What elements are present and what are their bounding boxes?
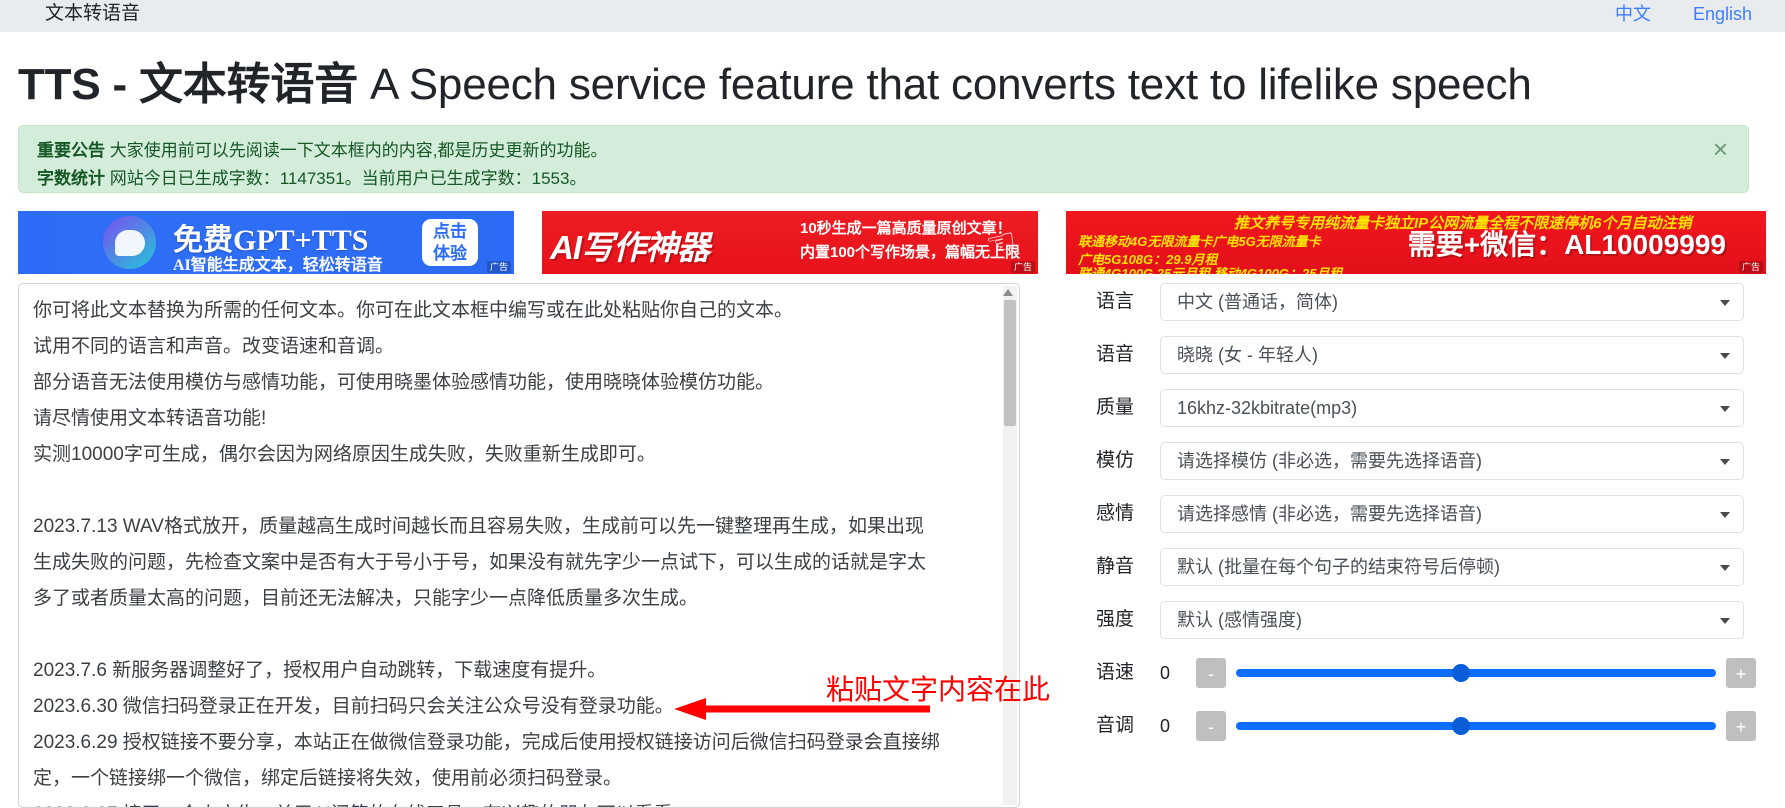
select-emotion-value: 请选择感情 (非必选，需要先选择语音) — [1177, 504, 1482, 524]
scrollbar-thumb[interactable] — [1004, 300, 1016, 426]
ad1-cta-line2: 体验 — [433, 243, 467, 263]
ad1-badge: 广告 — [486, 261, 511, 273]
form-row-intensity: 强度 默认 (感情强度) — [1050, 601, 1770, 639]
word-count-text: 网站今日已生成字数：1147351。当前用户已生成字数：1553。 — [105, 169, 587, 188]
tts-page: 文本转语音 中文 English TTS - 文本转语音 A Speech se… — [0, 0, 1785, 808]
navbar-links: 中文 English — [1615, 0, 1752, 30]
label-pitch: 音调 — [1095, 715, 1134, 736]
chevron-down-icon — [1720, 406, 1730, 412]
pitch-decrease-button[interactable]: - — [1196, 711, 1226, 741]
select-silence-value: 默认 (批量在每个句子的结束符号后停顿) — [1177, 557, 1500, 577]
ad1-cta-button[interactable]: 点击 体验 — [422, 219, 478, 266]
select-silence[interactable]: 默认 (批量在每个句子的结束符号后停顿) — [1160, 548, 1744, 586]
chevron-down-icon — [1720, 459, 1730, 465]
ad3-line3: 联通4G100G 25元月租 移动4G100G：25月租 — [1078, 266, 1343, 274]
navbar-brand[interactable]: 文本转语音 — [45, 0, 140, 30]
word-count-label: 字数统计 — [37, 169, 105, 188]
announcement-label: 重要公告 — [37, 141, 105, 160]
annotation-arrow-icon — [674, 698, 930, 720]
form-row-speed: 语速 0 - + — [1050, 654, 1770, 692]
text-input-panel[interactable]: 你可将此文本替换为所需的任何文本。你可在此文本框中编写或在此处粘贴你自己的文本。… — [18, 283, 1020, 808]
label-speed: 语速 — [1095, 662, 1134, 683]
chevron-down-icon — [1720, 512, 1730, 518]
label-emotion: 感情 — [1095, 503, 1134, 524]
speed-decrease-button[interactable]: - — [1196, 658, 1226, 688]
speed-increase-button[interactable]: + — [1726, 658, 1756, 688]
chevron-down-icon — [1720, 353, 1730, 359]
select-imitate[interactable]: 请选择模仿 (非必选，需要先选择语音) — [1160, 442, 1744, 480]
form-row-quality: 质量 16khz-32kbitrate(mp3) — [1050, 389, 1770, 427]
speed-value: 0 — [1160, 663, 1171, 683]
label-language: 语言 — [1095, 291, 1134, 312]
form-row-silence: 静音 默认 (批量在每个句子的结束符号后停顿) — [1050, 548, 1770, 586]
chevron-down-icon — [1720, 300, 1730, 306]
close-icon[interactable]: × — [1707, 135, 1734, 163]
page-title-sub: A Speech service feature that converts t… — [358, 60, 1532, 109]
form-row-imitate: 模仿 请选择模仿 (非必选，需要先选择语音) — [1050, 442, 1770, 480]
select-voice-value: 晓晓 (女 - 年轻人) — [1177, 345, 1318, 365]
label-voice: 语音 — [1095, 344, 1134, 365]
nav-link-chinese[interactable]: 中文 — [1615, 0, 1651, 30]
ad2-title: AI写作神器 — [550, 229, 710, 266]
text-input-content[interactable]: 你可将此文本替换为所需的任何文本。你可在此文本框中编写或在此处粘贴你自己的文本。… — [33, 293, 988, 807]
select-quality[interactable]: 16khz-32kbitrate(mp3) — [1160, 389, 1744, 427]
form-row-voice: 语音 晓晓 (女 - 年轻人) — [1050, 336, 1770, 374]
select-intensity-value: 默认 (感情强度) — [1177, 610, 1302, 630]
label-silence: 静音 — [1095, 556, 1134, 577]
form-row-emotion: 感情 请选择感情 (非必选，需要先选择语音) — [1050, 495, 1770, 533]
announcement-line-2: 字数统计 网站今日已生成字数：1147351。当前用户已生成字数：1553。 — [37, 165, 1730, 193]
label-imitate: 模仿 — [1095, 450, 1134, 471]
pitch-slider-track[interactable] — [1236, 722, 1716, 730]
announcement-line-1: 重要公告 大家使用前可以先阅读一下文本框内的内容,都是历史更新的功能。 — [37, 137, 1730, 165]
form-row-pitch: 音调 0 - + — [1050, 707, 1770, 745]
select-intensity[interactable]: 默认 (感情强度) — [1160, 601, 1744, 639]
select-voice[interactable]: 晓晓 (女 - 年轻人) — [1160, 336, 1744, 374]
page-title-main: TTS - 文本转语音 — [18, 60, 359, 109]
ad-logo-icon — [103, 216, 156, 269]
select-language-value: 中文 (普通话，简体) — [1177, 292, 1338, 312]
select-imitate-value: 请选择模仿 (非必选，需要先选择语音) — [1177, 451, 1482, 471]
ad2-line1: 10秒生成一篇高质量原创文章！ — [800, 220, 1012, 237]
pitch-slider-knob[interactable] — [1452, 717, 1470, 735]
pitch-increase-button[interactable]: + — [1726, 711, 1756, 741]
chevron-down-icon — [1720, 565, 1730, 571]
scroll-up-icon[interactable] — [1003, 289, 1013, 296]
ad-row: 免费GPT+TTS AI智能生成文本，轻松转语音 点击 体验 广告 AI写作神器… — [18, 211, 1768, 274]
ad1-subtitle: AI智能生成文本，轻松转语音 — [173, 257, 383, 274]
select-emotion[interactable]: 请选择感情 (非必选，需要先选择语音) — [1160, 495, 1744, 533]
main-area: 你可将此文本替换为所需的任何文本。你可在此文本框中编写或在此处粘贴你自己的文本。… — [0, 283, 1785, 808]
announcement-text: 大家使用前可以先阅读一下文本框内的内容,都是历史更新的功能。 — [105, 141, 608, 160]
nav-link-english[interactable]: English — [1693, 0, 1752, 30]
speed-slider-track[interactable] — [1236, 669, 1716, 677]
chevron-down-icon — [1720, 618, 1730, 624]
ad3-wechat: 需要+微信：AL10009999 — [1407, 229, 1726, 260]
speed-slider-knob[interactable] — [1452, 664, 1470, 682]
label-quality: 质量 — [1095, 397, 1134, 418]
ad2-badge: 广告 — [1010, 261, 1035, 273]
ad3-badge: 广告 — [1738, 261, 1763, 273]
ad-banner-sim-card[interactable]: 推文养号专用纯流量卡独立IP公网流量全程不限速停机6个月自动注销 联通移动4G无… — [1066, 211, 1766, 274]
announcement-alert: 重要公告 大家使用前可以先阅读一下文本框内的内容,都是历史更新的功能。 字数统计… — [18, 125, 1749, 193]
form-row-language: 语言 中文 (普通话，简体) — [1050, 283, 1770, 321]
settings-form: 语言 中文 (普通话，简体) 语音 晓晓 (女 - 年轻人) 质量 16khz-… — [1050, 283, 1770, 808]
top-navbar: 文本转语音 中文 English — [0, 0, 1785, 32]
ad1-cta-line1: 点击 — [433, 221, 467, 241]
ad-banner-gpt-tts[interactable]: 免费GPT+TTS AI智能生成文本，轻松转语音 点击 体验 广告 — [18, 211, 514, 274]
pitch-value: 0 — [1160, 716, 1171, 736]
ad-banner-ai-writing[interactable]: AI写作神器 10秒生成一篇高质量原创文章！ 内置100个写作场景，篇幅无上限 … — [542, 211, 1038, 274]
ad3-line1: 联通移动4G无限流量卡广电5G无限流量卡 — [1078, 234, 1321, 249]
page-title: TTS - 文本转语音 A Speech service feature tha… — [18, 58, 1532, 112]
select-quality-value: 16khz-32kbitrate(mp3) — [1177, 398, 1358, 418]
label-intensity: 强度 — [1095, 609, 1134, 630]
select-language[interactable]: 中文 (普通话，简体) — [1160, 283, 1744, 321]
